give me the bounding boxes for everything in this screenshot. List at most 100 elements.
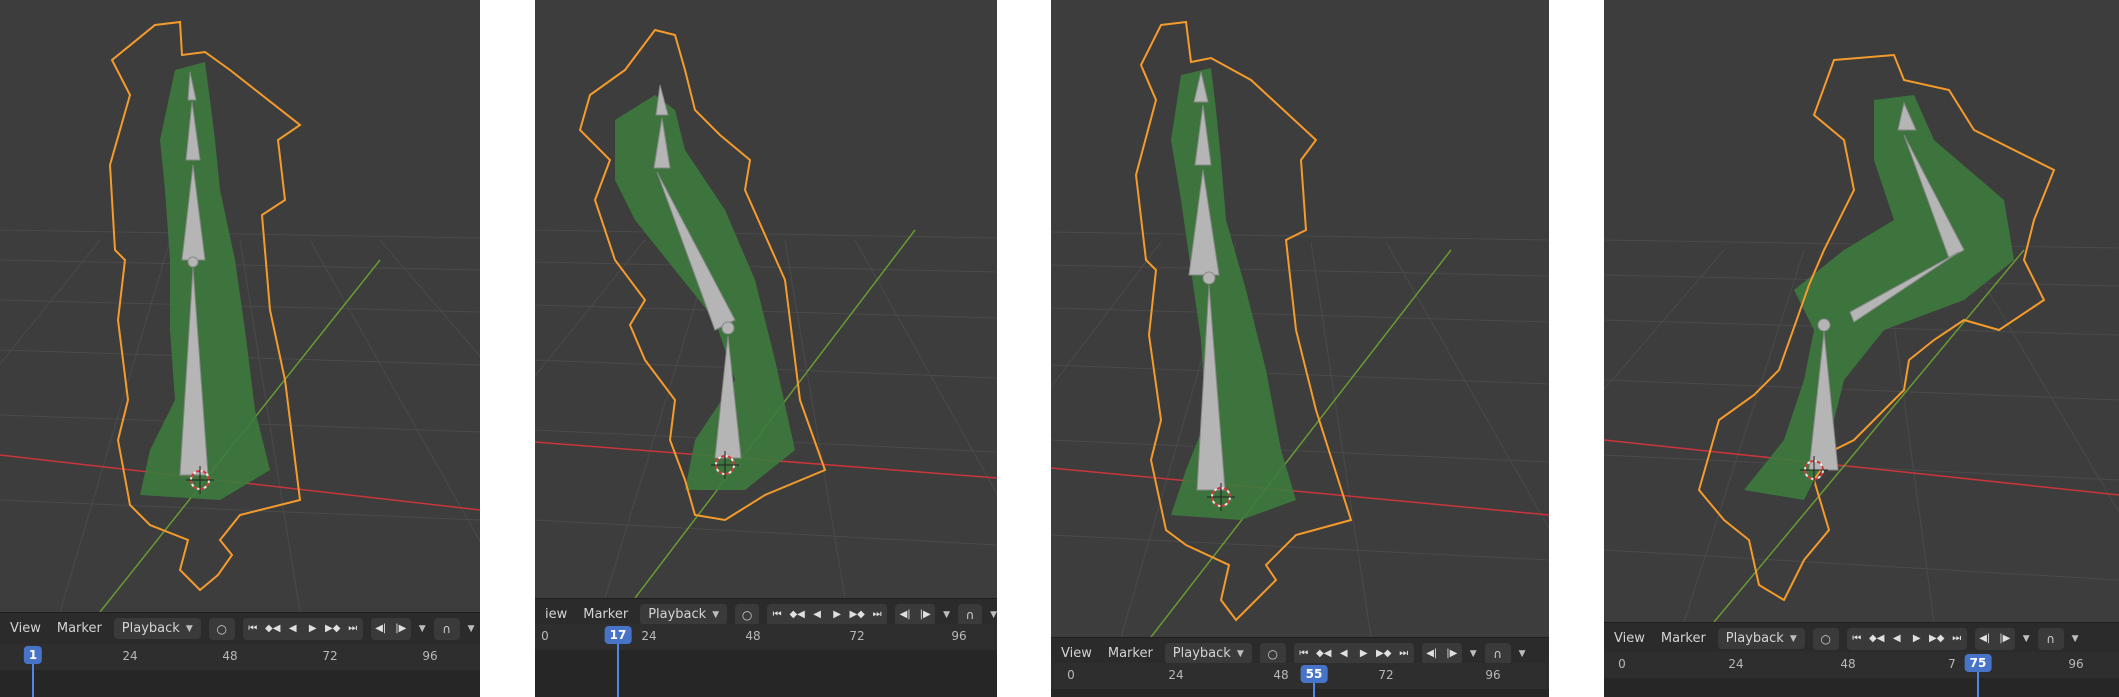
viewport-panel-1: View Marker Playback ▼ ○ ⏮ ◆◀ ◀ ▶ ▶◆ ⏭ ◀|… — [0, 0, 480, 697]
playback-dropdown[interactable]: Playback ▼ — [1717, 628, 1805, 649]
previous-keyframe-icon[interactable]: ◆◀ — [787, 604, 807, 626]
jump-to-start-icon[interactable]: ⏮ — [1847, 628, 1867, 650]
chevron-down-icon[interactable]: ▼ — [990, 610, 997, 620]
playback-dropdown[interactable]: Playback ▼ — [640, 604, 728, 625]
chevron-down-icon[interactable]: ▼ — [2072, 634, 2079, 644]
keyframe-nav: ◀| |▶ — [1421, 642, 1462, 665]
snap-magnet-icon[interactable]: ∩ — [1484, 642, 1511, 665]
timeline-track[interactable] — [535, 650, 997, 697]
timeline-header: View Marker Playback ▼ ○ ⏮ ◆◀ ◀ ▶ ▶◆ ⏭ ◀|… — [0, 612, 480, 644]
jump-to-start-icon[interactable]: ⏮ — [1294, 643, 1314, 665]
jump-to-start-icon[interactable]: ⏮ — [243, 618, 263, 640]
viewport-panel-2: iew Marker Playback ▼ ○ ⏮ ◆◀ ◀ ▶ ▶◆ ⏭ ◀| … — [535, 0, 997, 697]
previous-keyframe-icon[interactable]: ◆◀ — [263, 618, 283, 640]
record-circle-icon[interactable]: ○ — [208, 617, 235, 640]
record-circle-icon[interactable]: ○ — [735, 603, 760, 626]
play-icon[interactable]: ▶ — [827, 604, 847, 626]
chevron-down-icon[interactable]: ▼ — [1519, 649, 1526, 659]
timeline-track[interactable] — [1604, 678, 2119, 697]
view-menu[interactable]: View — [1057, 644, 1096, 663]
jump-to-end-icon[interactable]: ⏭ — [867, 604, 887, 626]
chevron-down-icon[interactable]: ▼ — [1470, 649, 1477, 659]
next-keyframe-icon[interactable]: ▶◆ — [847, 604, 867, 626]
next-key-icon[interactable]: |▶ — [1995, 628, 2015, 650]
chevron-down-icon: ▼ — [712, 609, 720, 620]
current-frame-badge[interactable]: 1 — [23, 646, 43, 664]
jump-to-end-icon[interactable]: ⏭ — [1947, 628, 1967, 650]
previous-keyframe-icon[interactable]: ◆◀ — [1314, 643, 1334, 665]
3d-viewport[interactable] — [0, 0, 480, 612]
previous-key-icon[interactable]: ◀| — [895, 604, 915, 626]
playback-controls: ⏮ ◆◀ ◀ ▶ ▶◆ ⏭ — [1293, 642, 1414, 665]
timeline-track[interactable] — [0, 670, 480, 697]
next-keyframe-icon[interactable]: ▶◆ — [1927, 628, 1947, 650]
marker-menu[interactable]: Marker — [579, 605, 632, 624]
frame-ruler[interactable]: 24 48 72 96 1 — [0, 644, 480, 670]
play-reverse-icon[interactable]: ◀ — [1887, 628, 1907, 650]
previous-key-icon[interactable]: ◀| — [371, 618, 391, 640]
frame-ruler[interactable]: 0 24 48 72 96 55 — [1051, 663, 1549, 689]
chevron-down-icon[interactable]: ▼ — [2023, 634, 2030, 644]
frame-ruler[interactable]: 0 24 48 7 96 75 — [1604, 652, 2119, 678]
scene-render — [0, 0, 480, 612]
tick-label: 72 — [322, 649, 338, 663]
snap-magnet-icon[interactable]: ∩ — [2037, 627, 2064, 650]
jump-to-start-icon[interactable]: ⏮ — [767, 604, 787, 626]
3d-viewport[interactable] — [1604, 0, 2119, 622]
view-menu[interactable]: iew — [541, 605, 571, 624]
scene-render — [1051, 0, 1549, 637]
view-menu[interactable]: View — [6, 619, 45, 638]
chevron-down-icon: ▼ — [1789, 633, 1797, 644]
record-circle-icon[interactable]: ○ — [1259, 642, 1286, 665]
timeline-header: View Marker Playback ▼ ○ ⏮ ◆◀ ◀ ▶ ▶◆ ⏭ ◀|… — [1604, 622, 2119, 654]
previous-keyframe-icon[interactable]: ◆◀ — [1867, 628, 1887, 650]
playhead-line[interactable] — [617, 640, 619, 697]
chevron-down-icon: ▼ — [185, 623, 193, 634]
record-circle-icon[interactable]: ○ — [1812, 627, 1839, 650]
next-key-icon[interactable]: |▶ — [1442, 643, 1462, 665]
marker-menu[interactable]: Marker — [53, 619, 106, 638]
marker-menu[interactable]: Marker — [1104, 644, 1157, 663]
timeline-track[interactable] — [1051, 689, 1549, 697]
next-keyframe-icon[interactable]: ▶◆ — [1374, 643, 1394, 665]
play-reverse-icon[interactable]: ◀ — [283, 618, 303, 640]
previous-key-icon[interactable]: ◀| — [1422, 643, 1442, 665]
previous-key-icon[interactable]: ◀| — [1975, 628, 1995, 650]
play-reverse-icon[interactable]: ◀ — [1334, 643, 1354, 665]
playback-dropdown[interactable]: Playback ▼ — [113, 618, 201, 639]
tick-label: 96 — [422, 649, 438, 663]
jump-to-end-icon[interactable]: ⏭ — [1394, 643, 1414, 665]
3d-viewport[interactable] — [535, 0, 997, 598]
marker-menu[interactable]: Marker — [1657, 629, 1710, 648]
chevron-down-icon[interactable]: ▼ — [943, 610, 950, 620]
next-key-icon[interactable]: |▶ — [391, 618, 411, 640]
current-frame-badge[interactable]: 55 — [1300, 665, 1328, 683]
next-key-icon[interactable]: |▶ — [915, 604, 935, 626]
playback-controls: ⏮ ◆◀ ◀ ▶ ▶◆ ⏭ — [1846, 627, 1967, 650]
playback-dropdown[interactable]: Playback ▼ — [1164, 643, 1252, 664]
current-frame-badge[interactable]: 17 — [604, 626, 632, 644]
keyframe-nav: ◀| |▶ — [1974, 627, 2015, 650]
view-menu[interactable]: View — [1610, 629, 1649, 648]
tick-label: 72 — [1378, 668, 1394, 682]
jump-to-end-icon[interactable]: ⏭ — [343, 618, 363, 640]
viewport-panel-3: View Marker Playback ▼ ○ ⏮ ◆◀ ◀ ▶ ▶◆ ⏭ ◀|… — [1051, 0, 1549, 697]
play-icon[interactable]: ▶ — [1354, 643, 1374, 665]
chevron-down-icon[interactable]: ▼ — [468, 624, 475, 634]
frame-ruler[interactable]: 0 24 48 72 96 17 — [535, 624, 997, 650]
tick-label: 96 — [951, 629, 967, 643]
snap-magnet-icon[interactable]: ∩ — [958, 603, 983, 626]
play-reverse-icon[interactable]: ◀ — [807, 604, 827, 626]
next-keyframe-icon[interactable]: ▶◆ — [323, 618, 343, 640]
current-frame-badge[interactable]: 75 — [1964, 654, 1992, 672]
playhead-line[interactable] — [32, 660, 34, 697]
tick-label: 24 — [641, 629, 657, 643]
chevron-down-icon[interactable]: ▼ — [419, 624, 426, 634]
playhead-line[interactable] — [1977, 670, 1979, 697]
3d-viewport[interactable] — [1051, 0, 1549, 637]
tick-label: 48 — [1273, 668, 1289, 682]
snap-magnet-icon[interactable]: ∩ — [433, 617, 460, 640]
tick-label: 24 — [1168, 668, 1184, 682]
play-icon[interactable]: ▶ — [1907, 628, 1927, 650]
play-icon[interactable]: ▶ — [303, 618, 323, 640]
